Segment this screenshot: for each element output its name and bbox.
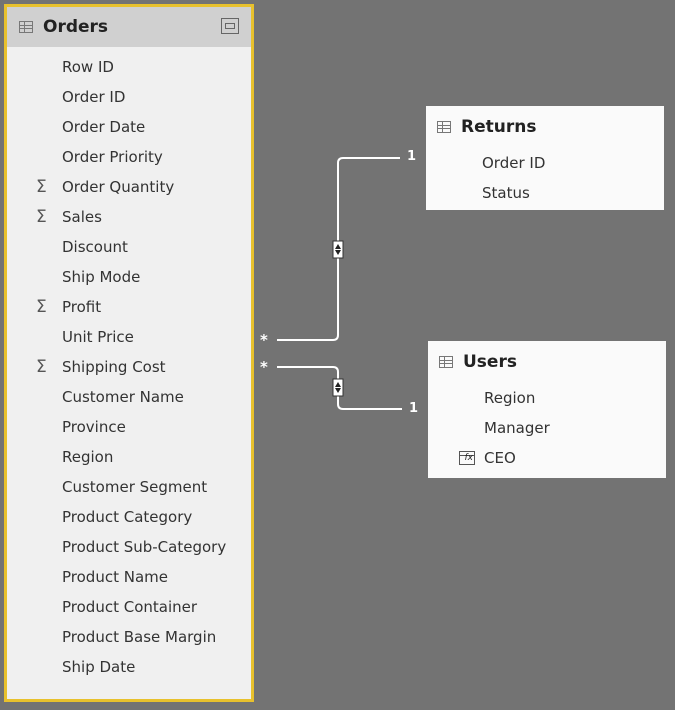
relationship-users-one: 1 <box>409 401 418 416</box>
relationship-returns-one: 1 <box>407 149 416 164</box>
relationship-lines: * 1 * 1 <box>260 149 418 416</box>
cross-filter-icon[interactable] <box>332 240 344 259</box>
relationship-returns-many: * <box>260 331 268 349</box>
relationship-users-many: * <box>260 358 268 376</box>
cross-filter-icon[interactable] <box>332 378 344 397</box>
